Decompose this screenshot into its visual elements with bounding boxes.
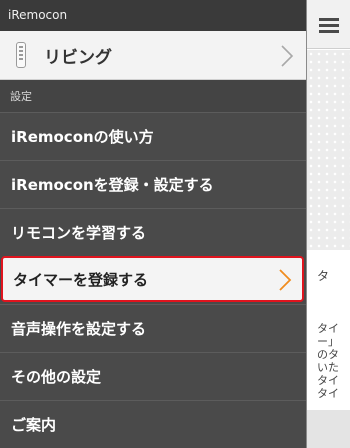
peek-line: のタ: [317, 348, 339, 361]
peek-line: ー」: [317, 335, 339, 348]
menu-item-label: iRemoconの使い方: [11, 128, 154, 146]
menu-item-register-iremocon[interactable]: iRemoconを登録・設定する: [0, 160, 306, 208]
main-footer: [307, 410, 350, 448]
section-header-settings: 設定: [0, 80, 306, 112]
menu-item-other-settings[interactable]: その他の設定: [0, 352, 306, 400]
menu-item-label: 音声操作を設定する: [11, 320, 147, 338]
chevron-right-icon: [279, 269, 292, 291]
menu-item-label: ご案内: [11, 416, 57, 434]
menu-item-learn-remote[interactable]: リモコンを学習する: [0, 208, 306, 256]
menu-item-label: その他の設定: [11, 368, 102, 386]
peek-title: タ: [317, 269, 330, 283]
menu-item-voice-control[interactable]: 音声操作を設定する: [0, 304, 306, 352]
chevron-right-icon: [281, 45, 294, 67]
main-header: [307, 0, 350, 49]
menu-item-register-timer[interactable]: タイマーを登録する: [1, 256, 304, 302]
room-selector[interactable]: リビング: [0, 31, 306, 80]
menu-item-how-to-use[interactable]: iRemoconの使い方: [0, 112, 306, 160]
peek-line: タイ: [317, 322, 339, 335]
peek-line: タイ: [317, 374, 339, 387]
menu-item-label: タイマーを登録する: [13, 270, 149, 289]
room-label: リビング: [44, 47, 112, 68]
menu-item-label: リモコンを学習する: [11, 224, 147, 242]
peek-line: タイ: [317, 387, 339, 400]
hamburger-icon[interactable]: [319, 18, 339, 33]
app-title: iRemocon: [0, 0, 306, 31]
dotted-background: [307, 50, 350, 250]
peek-line: いた: [317, 361, 339, 374]
navigation-drawer: iRemocon リビング 設定 iRemoconの使い方 iRemoconを登…: [0, 0, 306, 448]
remote-control-icon: [12, 40, 30, 70]
main-content-panel: タ タイ ー」 のタ いた タイ タイ: [306, 0, 350, 448]
menu-item-information[interactable]: ご案内: [0, 400, 306, 448]
menu-item-label: iRemoconを登録・設定する: [11, 176, 214, 194]
